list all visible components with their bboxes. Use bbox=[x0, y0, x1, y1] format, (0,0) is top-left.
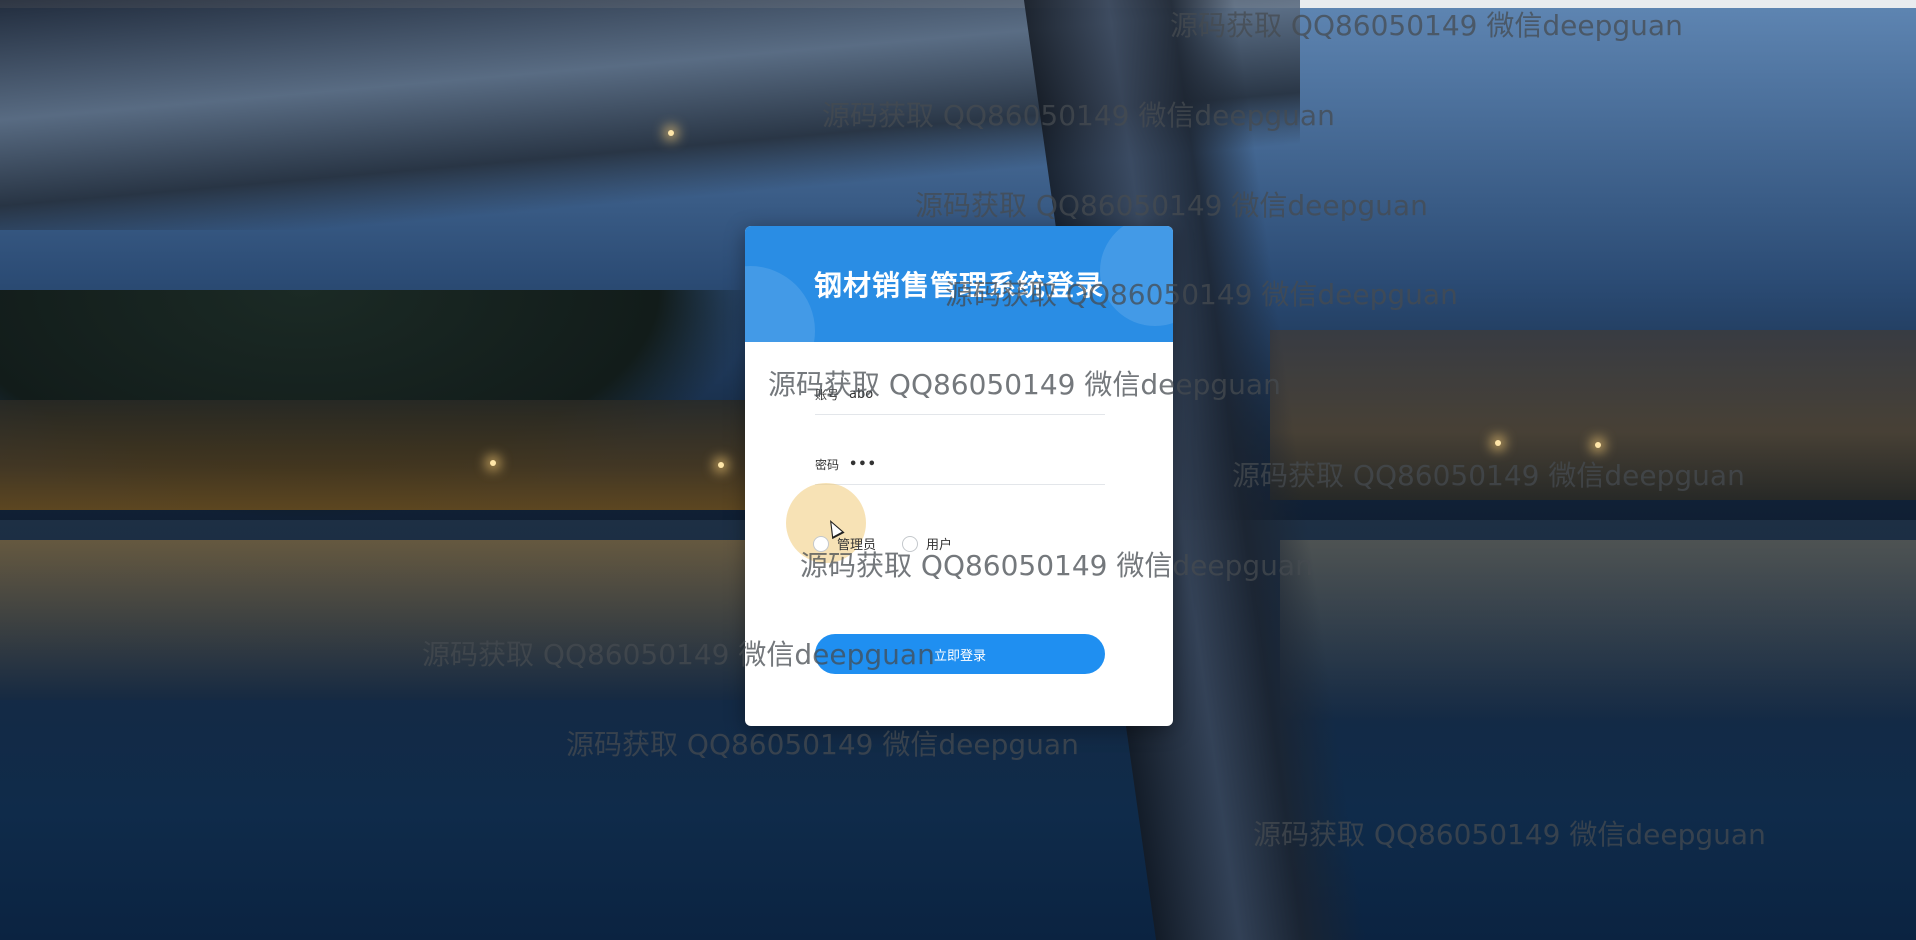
login-button[interactable]: 立即登录 bbox=[815, 634, 1105, 674]
login-header: 钢材销售管理系统登录 bbox=[745, 226, 1173, 342]
radio-user[interactable] bbox=[902, 535, 919, 552]
login-card: 钢材销售管理系统登录 账号 abo 密码 ••• 管理员 用户 立即登录 bbox=[745, 226, 1173, 726]
reflection-right bbox=[1280, 540, 1916, 720]
role-user-label: 用户 bbox=[926, 538, 953, 553]
password-field[interactable]: 密码 ••• bbox=[815, 444, 1105, 485]
role-admin-label: 管理员 bbox=[837, 538, 877, 553]
account-field[interactable]: 账号 abo bbox=[815, 374, 1105, 415]
radio-admin[interactable] bbox=[813, 535, 829, 552]
bridge-light bbox=[668, 130, 674, 136]
city-light bbox=[490, 460, 496, 466]
account-label: 账号 bbox=[815, 387, 840, 402]
town-left bbox=[0, 400, 760, 510]
city-light bbox=[1495, 440, 1501, 446]
role-user-option[interactable]: 用户 bbox=[902, 534, 952, 553]
password-input[interactable]: ••• bbox=[849, 457, 877, 472]
city-light bbox=[1595, 442, 1601, 448]
reflection-left bbox=[0, 540, 760, 700]
role-admin-option[interactable]: 管理员 bbox=[813, 534, 876, 553]
city-light bbox=[718, 462, 724, 468]
login-title: 钢材销售管理系统登录 bbox=[813, 269, 1104, 302]
password-label: 密码 bbox=[815, 457, 840, 472]
town-right bbox=[1270, 330, 1916, 500]
account-input[interactable]: abo bbox=[849, 387, 873, 402]
